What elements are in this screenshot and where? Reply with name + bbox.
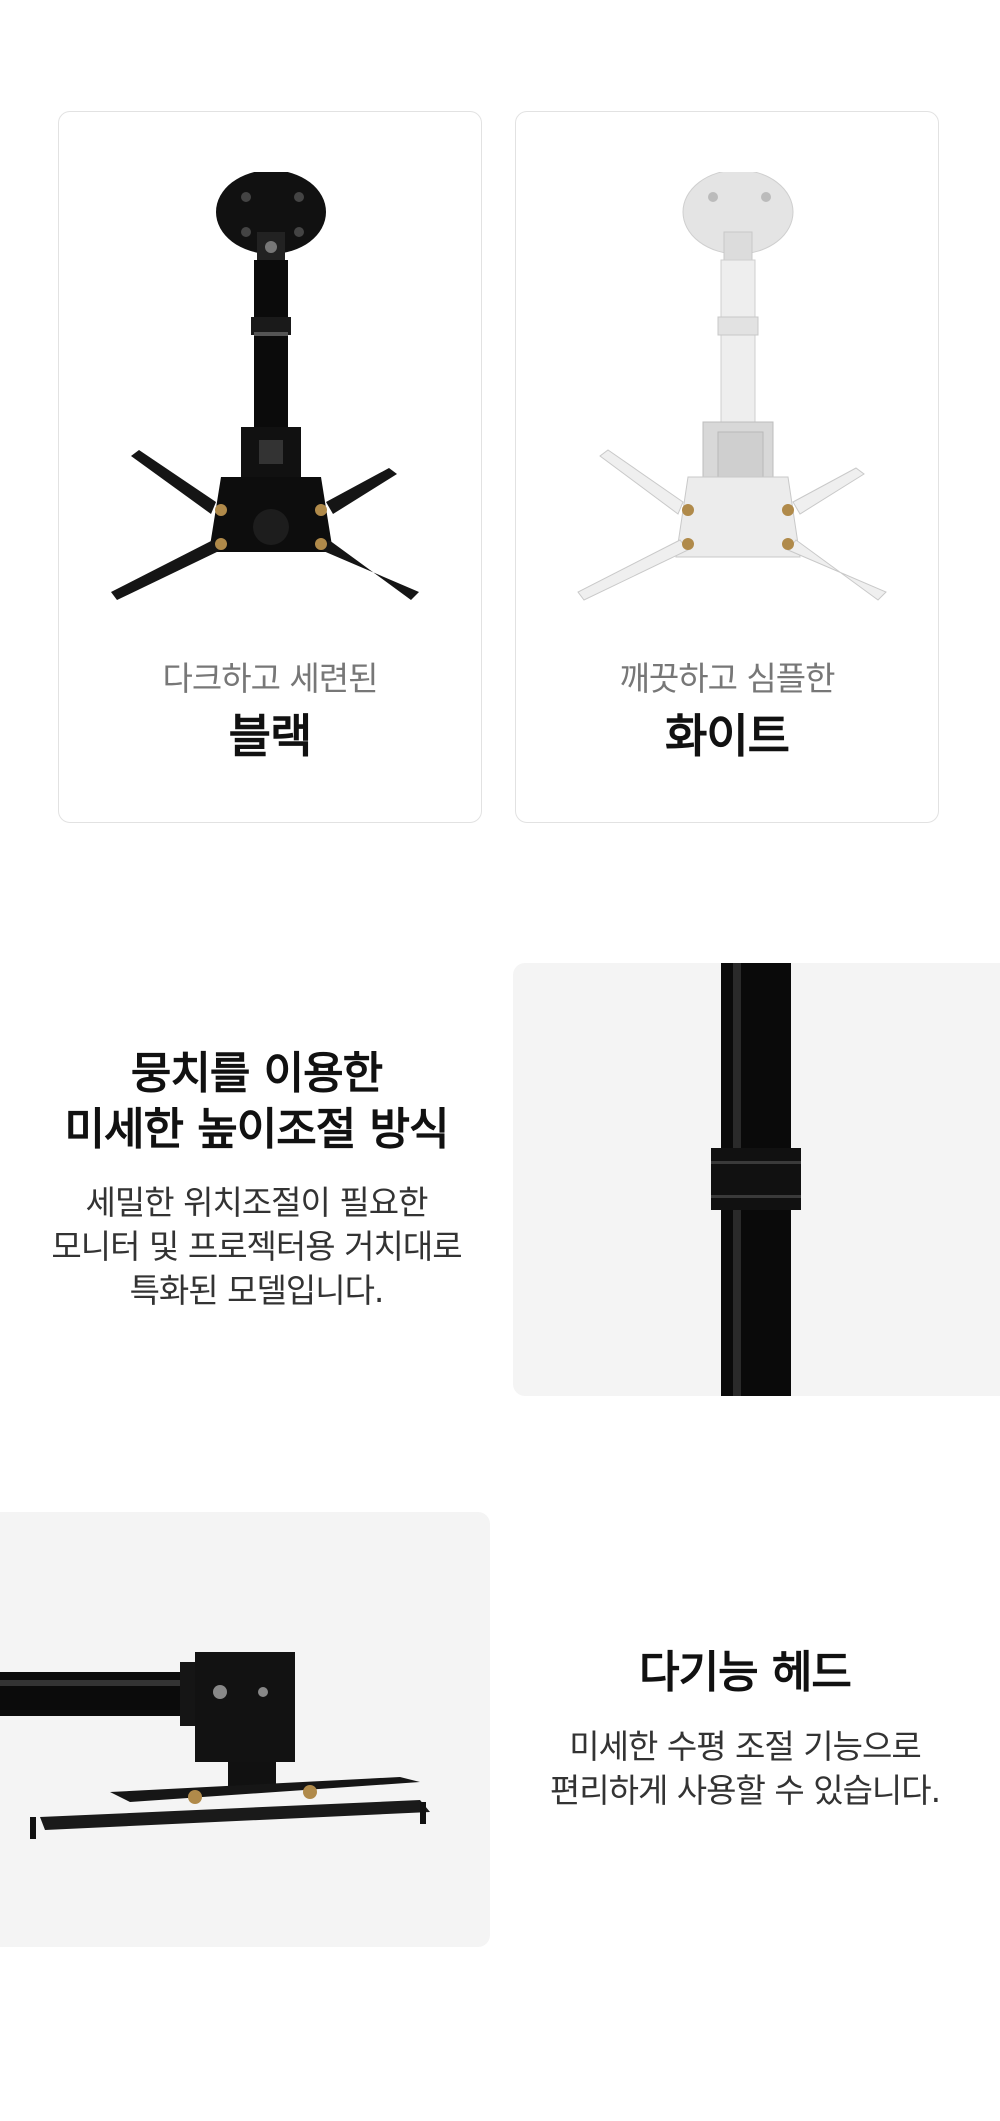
- feature-height-title: 뭉치를 이용한 미세한 높이조절 방식: [0, 1046, 513, 1158]
- variant-subtitle: 깨끗하고 심플한: [619, 659, 835, 698]
- pole-closeup-image: [513, 963, 1000, 1396]
- feature-desc-line: 미세한 수평 조절 기능으로: [569, 1727, 921, 1766]
- feature-desc-line: 세밀한 위치조절이 필요한: [85, 1183, 429, 1222]
- feature-title-line: 뭉치를 이용한: [130, 1048, 383, 1099]
- feature-title-line: 미세한 높이조절 방식: [64, 1104, 450, 1155]
- feature-desc-line: 모니터 및 프로젝터용 거치대로: [51, 1227, 462, 1266]
- variant-subtitle: 다크하고 세련된: [162, 659, 378, 698]
- head-illustration: [0, 1652, 430, 1839]
- variant-card-white: 깨끗하고 심플한 화이트: [515, 111, 939, 823]
- feature-head-description: 미세한 수평 조절 기능으로 편리하게 사용할 수 있습니다.: [490, 1725, 1000, 1813]
- variant-name: 화이트: [665, 709, 790, 763]
- variant-card-black: 다크하고 세련된 블랙: [58, 111, 482, 823]
- variant-name: 블랙: [228, 709, 313, 763]
- head-closeup-image: [0, 1512, 490, 1947]
- feature-head-title: 다기능 헤드: [639, 1647, 852, 1698]
- white-projector-mount-image: [577, 172, 887, 601]
- pole-illustration: [711, 963, 801, 1396]
- black-projector-mount-image: [111, 172, 419, 600]
- feature-desc-line: 특화된 모델입니다.: [129, 1271, 385, 1310]
- feature-height-description: 세밀한 위치조절이 필요한 모니터 및 프로젝터용 거치대로 특화된 모델입니다…: [0, 1181, 513, 1313]
- feature-desc-line: 편리하게 사용할 수 있습니다.: [549, 1771, 941, 1810]
